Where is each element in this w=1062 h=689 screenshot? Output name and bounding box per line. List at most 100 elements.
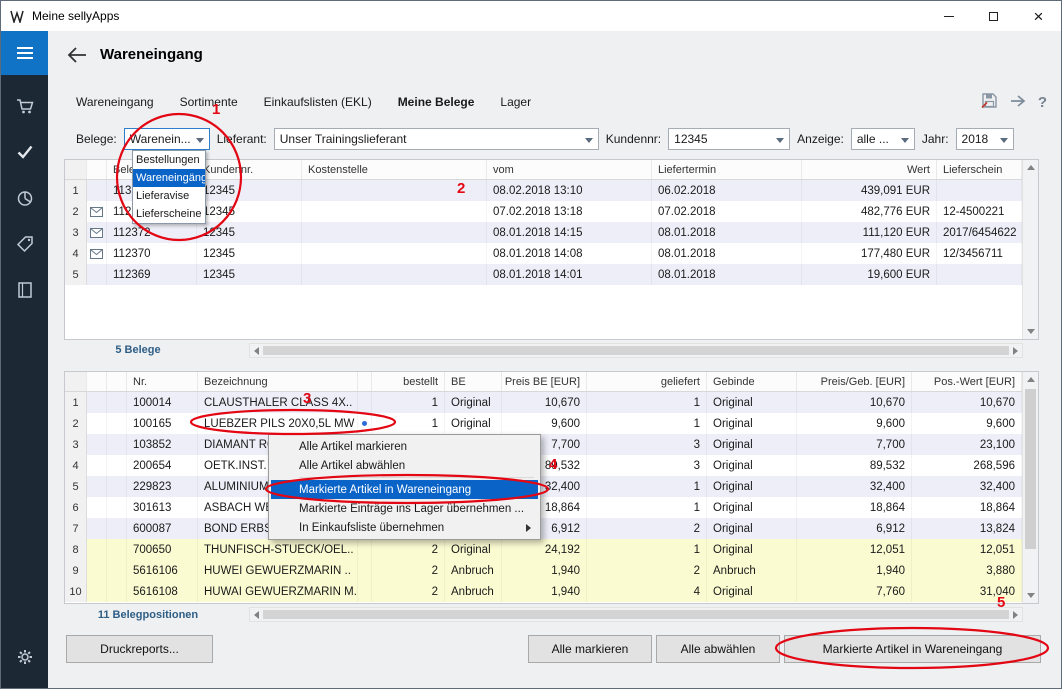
beleg-row[interactable]: 211211234507.02.2018 13:1807.02.2018482,… (65, 201, 1022, 222)
context-menu-item[interactable]: Alle Artikel markieren (271, 437, 538, 456)
scrollbar-thumb[interactable] (1025, 389, 1036, 549)
markierte-artikel-button[interactable]: Markierte Artikel in Wareneingang (784, 635, 1041, 663)
column-header[interactable]: Kostenstelle (302, 160, 487, 179)
upper-vertical-scrollbar[interactable] (1022, 160, 1038, 339)
scroll-right-icon[interactable] (1013, 611, 1018, 619)
column-header[interactable]: geliefert (587, 372, 707, 391)
dropdown-item[interactable]: Lieferscheine (133, 205, 205, 223)
scroll-left-icon[interactable] (254, 347, 259, 355)
lieferschein-cell: 2017/6454622 (937, 222, 1022, 243)
druckreports-button[interactable]: Druckreports... (66, 635, 213, 663)
scroll-up-icon[interactable] (1027, 165, 1035, 170)
dropdown-item[interactable]: Bestellungen (133, 151, 205, 169)
column-header[interactable] (87, 372, 107, 391)
position-row[interactable]: 7600087BOND ERBS6,9122Original6,91213,82… (65, 518, 1022, 539)
jahr-select[interactable]: 2018 (956, 128, 1014, 150)
sidebar-item-prices[interactable] (1, 221, 48, 267)
column-header[interactable] (65, 372, 87, 391)
kundennr-select[interactable]: 12345 (668, 128, 790, 150)
scroll-right-icon[interactable] (1013, 347, 1018, 355)
upper-horizontal-scrollbar[interactable] (249, 343, 1023, 358)
context-menu-item[interactable]: In Einkaufsliste übernehmen (271, 518, 538, 537)
column-header[interactable]: Bezeichnung (198, 372, 358, 391)
tab-lager[interactable]: Lager (500, 95, 531, 109)
belege-dropdown-list: BestellungenWareneingängLieferaviseLiefe… (132, 150, 206, 224)
column-header[interactable]: BE (445, 372, 502, 391)
sidebar-item-wareneingang[interactable] (1, 129, 48, 175)
column-header[interactable]: Lieferschein (937, 160, 1022, 179)
dropdown-item[interactable]: Lieferavise (133, 187, 205, 205)
position-row[interactable]: 95616106HUWEI GEWUERZMARIN ..2Anbruch1,9… (65, 560, 1022, 581)
position-row[interactable]: 1100014CLAUSTHALER CLASS 4X..1Original10… (65, 392, 1022, 413)
beleg-row[interactable]: 51123691234508.01.2018 14:0108.01.201819… (65, 264, 1022, 285)
tab-sortimente[interactable]: Sortimente (180, 95, 238, 109)
context-menu-item[interactable]: Markierte Einträge ins Lager übernehmen … (271, 499, 538, 518)
menu-item-label: Markierte Artikel in Wareneingang (299, 484, 471, 496)
jahr-label: Jahr: (922, 132, 949, 146)
column-header[interactable]: Preis/Geb. [EUR] (797, 372, 912, 391)
help-button[interactable]: ? (1038, 94, 1047, 111)
position-row[interactable]: 2100165LUEBZER PILS 20X0,5L MW1Original9… (65, 413, 1022, 434)
alle-markieren-button[interactable]: Alle markieren (528, 635, 652, 663)
beleg-row[interactable]: 41123701234508.01.2018 14:0808.01.201817… (65, 243, 1022, 264)
lower-vertical-scrollbar[interactable] (1022, 372, 1038, 603)
sidebar-item-catalog[interactable] (1, 267, 48, 313)
column-header[interactable]: Preis BE [EUR] (502, 372, 587, 391)
column-header[interactable]: Wert (802, 160, 937, 179)
sidebar-item-shop[interactable] (1, 83, 48, 129)
column-header[interactable] (87, 160, 107, 179)
column-header[interactable]: vom (487, 160, 652, 179)
position-row[interactable]: 5229823ALUMINIUM32,4001Original32,40032,… (65, 476, 1022, 497)
tab-wareneingang[interactable]: Wareneingang (76, 95, 154, 109)
scrollbar-thumb[interactable] (263, 346, 1009, 355)
wert-cell: 482,776 EUR (802, 201, 937, 222)
maximize-button[interactable] (971, 1, 1016, 31)
column-header[interactable]: Liefertermin (652, 160, 802, 179)
scrollbar-thumb[interactable] (263, 610, 1009, 619)
tab-einkaufslisten-ekl[interactable]: Einkaufslisten (EKL) (264, 95, 372, 109)
forward-button[interactable] (1009, 94, 1027, 111)
wert-cell: 439,091 EUR (802, 180, 937, 201)
lieferant-select[interactable]: Unser Trainingslieferant (274, 128, 599, 150)
column-header[interactable]: Pos.-Wert [EUR] (912, 372, 1022, 391)
save-button[interactable] (981, 92, 998, 112)
num-cell: 4 (65, 243, 87, 264)
position-row[interactable]: 105616108HUWAI GEWUERZMARIN M..2Anbruch1… (65, 581, 1022, 602)
beleg-row[interactable]: 111391234508.02.2018 13:1006.02.2018439,… (65, 180, 1022, 201)
back-button[interactable] (66, 45, 92, 65)
geliefert-cell: 4 (587, 581, 707, 602)
position-row[interactable]: 8700650THUNFISCH-STUECK/OEL..2Original24… (65, 539, 1022, 560)
sidebar-item-settings[interactable] (1, 634, 48, 680)
num-cell: 9 (65, 560, 87, 581)
position-row[interactable]: 4200654OETK.INST.89,5323Original89,53226… (65, 455, 1022, 476)
scroll-down-icon[interactable] (1027, 593, 1035, 598)
column-header[interactable] (107, 372, 127, 391)
context-menu-item[interactable]: Alle Artikel abwählen (271, 456, 538, 475)
menu-toggle-button[interactable] (1, 31, 48, 75)
wert-cell: 177,480 EUR (802, 243, 937, 264)
icon2-cell (107, 539, 127, 560)
context-menu-item[interactable]: Markierte Artikel in Wareneingang (271, 480, 538, 499)
column-header[interactable]: Nr. (127, 372, 198, 391)
column-header[interactable]: Kundennr. (197, 160, 302, 179)
beleg-row[interactable]: 31123721234508.01.2018 14:1508.01.201811… (65, 222, 1022, 243)
position-row[interactable]: 6301613ASBACH WE18,8641Original18,86418,… (65, 497, 1022, 518)
column-header[interactable]: bestellt (372, 372, 445, 391)
bestellt-cell: 1 (372, 392, 445, 413)
alle-abwaehlen-button[interactable]: Alle abwählen (656, 635, 780, 663)
close-button[interactable]: × (1016, 1, 1061, 31)
sidebar-item-statistics[interactable] (1, 175, 48, 221)
belege-select[interactable]: Warenein... (124, 128, 210, 150)
scroll-up-icon[interactable] (1027, 377, 1035, 382)
scroll-down-icon[interactable] (1027, 329, 1035, 334)
minimize-button[interactable] (926, 1, 971, 31)
scroll-left-icon[interactable] (254, 611, 259, 619)
column-header[interactable] (65, 160, 87, 179)
position-row[interactable]: 3103852DIAMANT RO7,7003Original7,70023,1… (65, 434, 1022, 455)
lower-horizontal-scrollbar[interactable] (249, 607, 1023, 622)
tab-meine-belege[interactable]: Meine Belege (398, 95, 475, 109)
column-header[interactable] (358, 372, 372, 391)
anzeige-select[interactable]: alle ... (851, 128, 915, 150)
dropdown-item[interactable]: Wareneingäng (133, 169, 205, 187)
column-header[interactable]: Gebinde (707, 372, 797, 391)
